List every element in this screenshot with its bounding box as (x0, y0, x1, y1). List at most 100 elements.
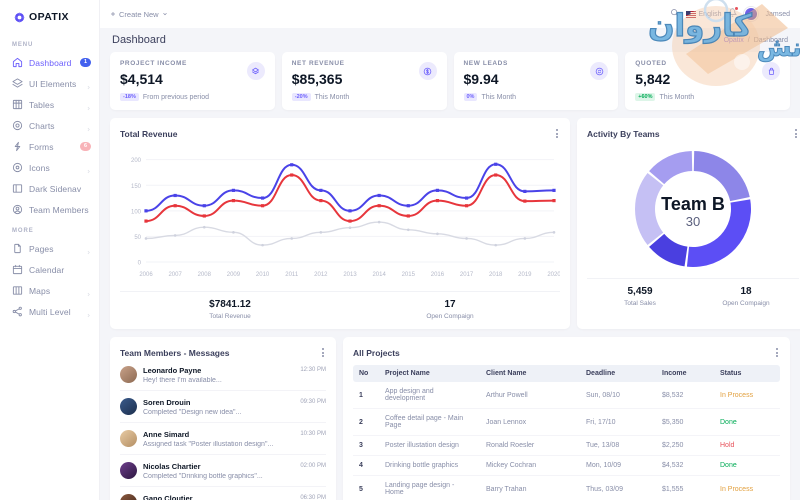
notifications-button[interactable] (728, 6, 740, 20)
create-new-button[interactable]: Create New (110, 10, 168, 19)
message-author: Anne Simard (143, 430, 190, 439)
sidebar-item-dark-sidenav[interactable]: Dark Sidenav (0, 178, 99, 199)
sidebar-item-pages[interactable]: Pages (0, 238, 99, 259)
page-title: Dashboard (112, 34, 166, 46)
table-row[interactable]: 1 App design and development Arthur Powell… (353, 382, 780, 409)
cell-project-name: App design and development (379, 382, 480, 409)
activity-by-teams-panel: Activity By Teams Team B 30 5,459 Total Sa… (577, 118, 800, 329)
boxes-icon (246, 62, 265, 80)
svg-text:100: 100 (131, 209, 142, 215)
donut-segment[interactable] (635, 172, 664, 246)
list-item[interactable]: Leonardo Payne Hey! there I'm available..… (120, 359, 326, 391)
avatar[interactable] (744, 7, 759, 21)
cell-no: 5 (353, 475, 379, 500)
cell-deadline: Thus, 03/09 (580, 475, 656, 500)
sidebar-item-label: Pages (29, 243, 54, 254)
table-header-row: No Project Name Client Name Deadline Income S… (353, 365, 780, 382)
chevron-right-icon (86, 102, 91, 111)
footer-stat-value: 18 (740, 286, 752, 297)
brand[interactable]: OPATIX (0, 0, 99, 34)
svg-text:2019: 2019 (518, 272, 532, 278)
calendar-icon (12, 264, 23, 275)
sidebar-item-maps[interactable]: Maps (0, 280, 99, 301)
stat-card: NEW LEADS $9.94 0% This Month (453, 52, 619, 110)
breadcrumb: Opatix / Dashboard (724, 37, 788, 44)
message-body: Gano CloutierCompleted "Drinking bottle … (143, 494, 294, 500)
footer-stat-value: $7841.12 (209, 299, 251, 310)
table-body: 1 App design and development Arthur Powell… (353, 382, 780, 500)
panel-menu-button[interactable] (774, 346, 780, 359)
footer-stat-label: Total Revenue (209, 313, 251, 320)
donut-chart: Team B 30 (587, 144, 799, 274)
breadcrumb-root[interactable]: Opatix (724, 37, 744, 44)
panel-title: Total Revenue (120, 128, 178, 139)
table-row[interactable]: 2 Coffee detail page - Main Page Joan Lenn… (353, 408, 780, 436)
table-column-header: No (353, 365, 379, 382)
list-item[interactable]: Anne Simard Assigned task "Poster illusta… (120, 423, 326, 455)
message-body: Nicolas Chartier Completed "Drinking bott… (143, 462, 294, 480)
sidebar-item-dashboard[interactable]: Dashboard 1 (0, 52, 99, 73)
message-body: Soren Drouin Completed "Design new idea".… (143, 398, 294, 416)
panel-menu-button[interactable] (554, 127, 560, 140)
donut-segment[interactable] (649, 151, 693, 185)
sidebar-item-forms[interactable]: Forms 6 (0, 136, 99, 157)
footer-stat: 18 Open Compaign (693, 286, 799, 307)
chevron-right-icon (86, 309, 91, 318)
team-messages-panel: Team Members - Messages Leonardo Payne He… (110, 337, 336, 500)
stat-cards: PROJECT INCOME $4,514 -18% From previous pe… (110, 52, 790, 110)
sidebar-item-multi-level[interactable]: Multi Level (0, 301, 99, 322)
cell-deadline: Tue, 13/08 (580, 435, 656, 456)
sidebar-item-ui-elements[interactable]: UI Elements (0, 73, 99, 94)
panel-menu-button[interactable] (793, 127, 799, 140)
pages-icon (12, 243, 23, 254)
stat-subtitle: This Month (314, 93, 350, 101)
cell-income: $8,532 (656, 382, 714, 409)
list-item[interactable]: Soren Drouin Completed "Design new idea".… (120, 391, 326, 423)
footer-stat: $7841.12 Total Revenue (120, 299, 340, 320)
panel-header: Total Revenue (120, 127, 560, 140)
table-row[interactable]: 3 Poster illustation design Ronald Roesler… (353, 435, 780, 456)
footer-stat-label: Total Sales (624, 300, 656, 307)
sidebar-item-tables[interactable]: Tables (0, 94, 99, 115)
sidebar-item-team-members[interactable]: Team Members (0, 199, 99, 220)
table-row[interactable]: 4 Drinking bottle graphics Mickey Cochran M… (353, 455, 780, 476)
sidebar-item-icons[interactable]: Icons (0, 157, 99, 178)
stat-value: $4,514 (120, 71, 163, 87)
sidebar-item-label: Multi Level (29, 306, 71, 317)
cell-client-name: Barry Trahan (480, 475, 580, 500)
language-selector[interactable]: English (685, 10, 721, 18)
icons-icon (12, 162, 23, 173)
search-icon[interactable] (670, 8, 679, 20)
sidebar-item-calendar[interactable]: Calendar (0, 259, 99, 280)
chevron-right-icon (86, 165, 91, 174)
main-area: Create New English Jamsed Dashboard Opat… (100, 0, 800, 500)
cell-no: 4 (353, 455, 379, 476)
panel-menu-button[interactable] (320, 346, 326, 359)
sidebar-item-label: Maps (29, 285, 51, 296)
cell-no: 1 (353, 382, 379, 409)
message-time: 09:30 PM (300, 399, 326, 405)
charts-row: Total Revenue 0 50 100 150 200 2006 2007 2008 20… (110, 118, 800, 329)
cell-deadline: Sun, 08/10 (580, 382, 656, 409)
stat-subtitle: From previous period (142, 93, 209, 101)
cell-income: $5,350 (656, 408, 714, 436)
list-item[interactable]: Gano CloutierCompleted "Drinking bottle … (120, 487, 326, 500)
panel-header: All Projects (353, 346, 780, 359)
stat-change-badge: 0% (463, 93, 478, 101)
list-item[interactable]: Nicolas Chartier Completed "Drinking bott… (120, 455, 326, 487)
user-menu[interactable]: Jamsed (765, 11, 790, 18)
sidebar-nav: MENU Dashboard 1 UI Elements Tables Charts For… (0, 34, 99, 322)
line-chart: 0 50 100 150 200 2006 2007 2008 2009 2010 2011 2012… (120, 144, 561, 287)
table-column-header: Client Name (480, 365, 580, 382)
chart-icon (12, 120, 23, 131)
chevron-right-icon (86, 81, 91, 90)
stat-card: QUOTED 5,842 +60% This Month (625, 52, 790, 110)
cell-no: 2 (353, 408, 379, 436)
sidebar-item-charts[interactable]: Charts (0, 115, 99, 136)
revenue-footer-stats: $7841.12 Total Revenue 17 Open Compaign (120, 291, 560, 320)
status-badge: Done (714, 408, 780, 436)
notification-badge (734, 6, 740, 11)
table-row[interactable]: 5 Landing page design - Home Barry Trahan T… (353, 475, 780, 500)
cell-deadline: Fri, 17/10 (580, 408, 656, 436)
panel-header: Team Members - Messages (120, 346, 326, 359)
